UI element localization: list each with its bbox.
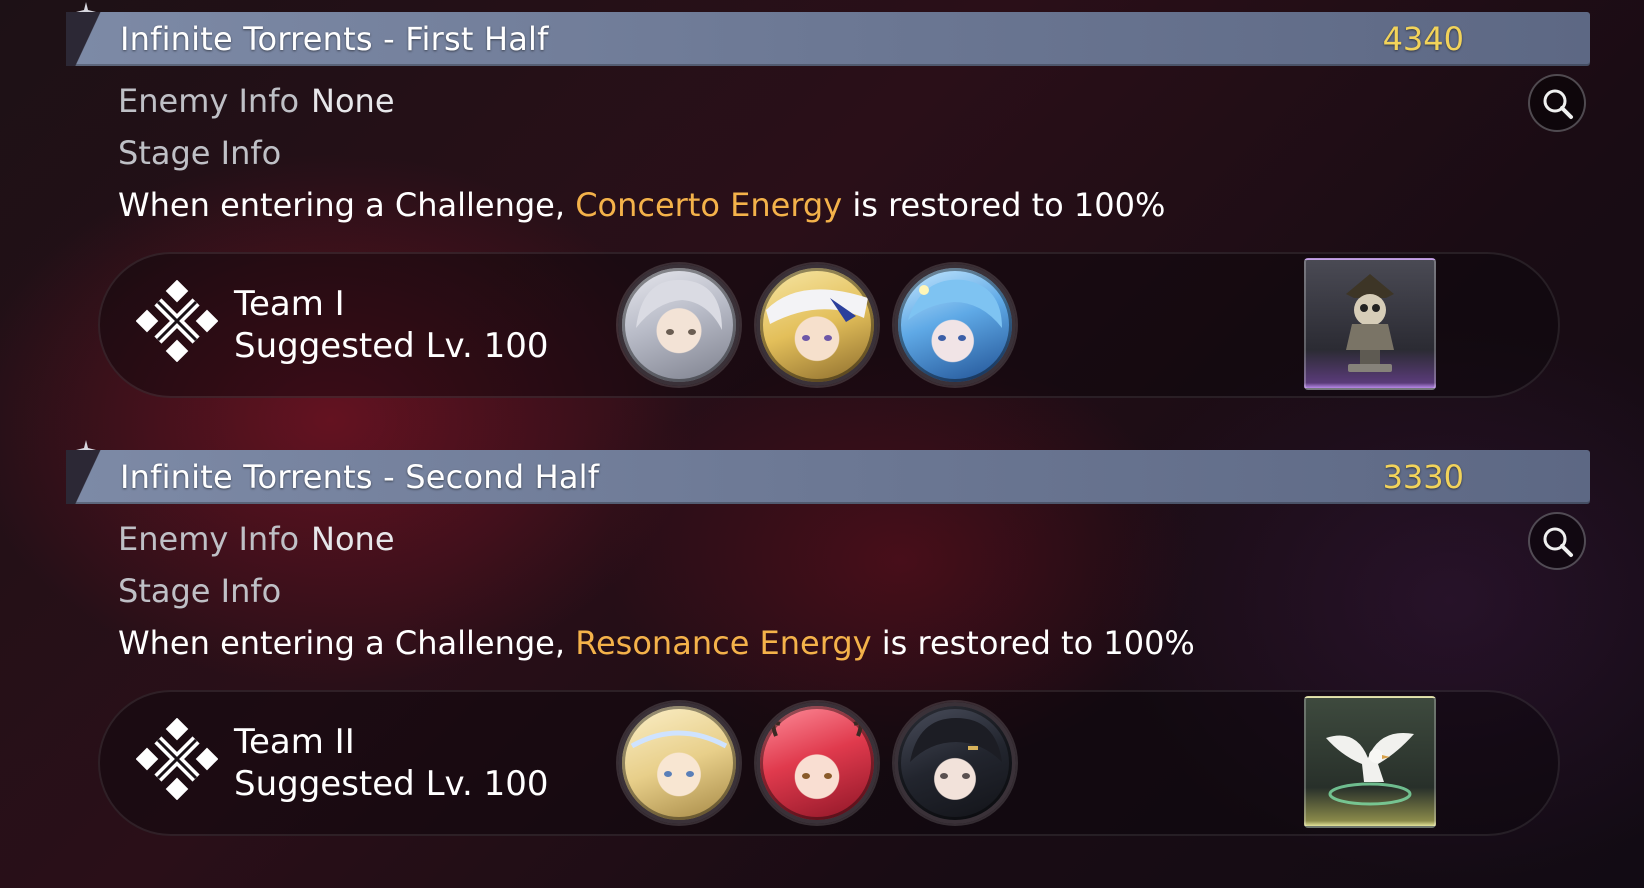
character-avatar-3[interactable]: [894, 702, 1016, 824]
echo-slot[interactable]: [1304, 258, 1436, 390]
enemy-info-value: None: [311, 82, 395, 120]
challenge-section-second-half: Infinite Torrents - Second Half 3330 Ene…: [0, 438, 1644, 878]
crossed-swords-team-icon: [136, 718, 218, 800]
skull-pirate-bust-icon: [1346, 274, 1394, 372]
stage-info-label: Stage Info: [118, 572, 282, 610]
team-name: Team I: [234, 284, 345, 324]
enemy-info-row: Enemy Info None: [118, 520, 395, 558]
team-suggested-level: Suggested Lv. 100: [234, 764, 549, 804]
description-suffix: is restored to 100%: [842, 186, 1166, 224]
character-avatar-1[interactable]: [618, 702, 740, 824]
white-dove-icon: [1326, 733, 1414, 806]
team-suggested-level: Suggested Lv. 100: [234, 326, 549, 366]
character-avatar-2[interactable]: [756, 702, 878, 824]
description-highlight: Resonance Energy: [575, 624, 872, 662]
section-title: Infinite Torrents - First Half: [120, 20, 549, 58]
character-avatar-2[interactable]: [756, 264, 878, 386]
description-highlight: Concerto Energy: [575, 186, 843, 224]
character-avatar-1[interactable]: [618, 264, 740, 386]
enemy-info-value: None: [311, 520, 395, 558]
magnifier-icon: [1543, 89, 1573, 119]
challenge-section-first-half: Infinite Torrents - First Half 4340 Enem…: [0, 0, 1644, 440]
section-score: 3330: [1382, 458, 1464, 496]
section-title: Infinite Torrents - Second Half: [120, 458, 600, 496]
description-prefix: When entering a Challenge,: [118, 186, 576, 224]
stage-info-label: Stage Info: [118, 134, 282, 172]
stage-description: When entering a Challenge, Concerto Ener…: [118, 186, 1165, 224]
description-prefix: When entering a Challenge,: [118, 624, 576, 662]
team-name: Team II: [234, 722, 355, 762]
enemy-info-search-button[interactable]: [1528, 512, 1586, 570]
description-suffix: is restored to 100%: [871, 624, 1195, 662]
echo-slot[interactable]: [1304, 696, 1436, 828]
stage-description: When entering a Challenge, Resonance Ene…: [118, 624, 1195, 662]
enemy-info-row: Enemy Info None: [118, 82, 395, 120]
enemy-info-label: Enemy Info: [118, 520, 300, 558]
character-avatar-3[interactable]: [894, 264, 1016, 386]
magnifier-icon: [1543, 527, 1573, 557]
crossed-swords-team-icon: [136, 280, 218, 362]
enemy-info-label: Enemy Info: [118, 82, 300, 120]
section-score: 4340: [1382, 20, 1464, 58]
enemy-info-search-button[interactable]: [1528, 74, 1586, 132]
